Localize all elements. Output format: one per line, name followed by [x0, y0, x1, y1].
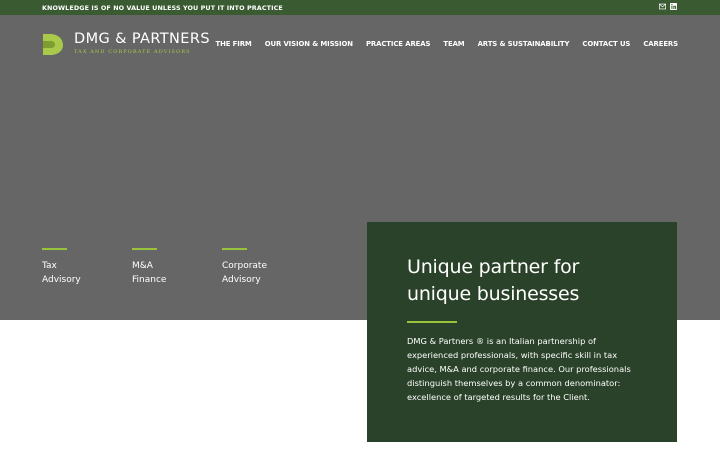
linkedin-icon[interactable] [670, 3, 677, 10]
service-corporate-advisory[interactable]: Corporate Advisory [222, 248, 312, 287]
nav-item-team[interactable]: TEAM [443, 40, 464, 48]
nav-item-careers[interactable]: CAREERS [643, 40, 678, 48]
nav-item-contact-us[interactable]: CONTACT US [582, 40, 630, 48]
nav-item-practice-areas[interactable]: PRACTICE AREAS [366, 40, 431, 48]
logo-subtitle: TAX AND CORPORATE ADVISORS [74, 49, 191, 55]
service-links: Tax Advisory M&A Finance Corporate Advis… [42, 248, 312, 287]
service-label: M&A Finance [132, 261, 167, 285]
tagline: KNOWLEDGE IS OF NO VALUE UNLESS YOU PUT … [42, 4, 283, 12]
service-divider [132, 248, 157, 250]
service-label: Corporate Advisory [222, 261, 267, 285]
service-label: Tax Advisory [42, 261, 81, 285]
nav-item-the-firm[interactable]: THE FIRM [215, 40, 251, 48]
panel-divider [407, 321, 457, 323]
service-divider [42, 248, 67, 250]
nav-item-vision-mission[interactable]: OUR VISION & MISSION [265, 40, 353, 48]
service-tax-advisory[interactable]: Tax Advisory [42, 248, 132, 287]
mail-icon[interactable] [659, 3, 666, 10]
panel-title: Unique partner for unique businesses [407, 256, 580, 305]
logo-name: DMG & PARTNERS [74, 31, 210, 47]
panel-body: DMG & Partners ® is an Italian partnersh… [407, 336, 631, 402]
service-ma-finance[interactable]: M&A Finance [132, 248, 222, 287]
top-bar: KNOWLEDGE IS OF NO VALUE UNLESS YOU PUT … [0, 0, 720, 15]
service-divider [222, 248, 247, 250]
logo[interactable]: DMG & PARTNERS TAX AND CORPORATE ADVISOR… [42, 31, 210, 56]
social-icons [659, 3, 677, 10]
nav-item-arts-sustainability[interactable]: ARTS & SUSTAINABILITY [478, 40, 570, 48]
intro-panel: Unique partner for unique businesses DMG… [367, 222, 677, 442]
logo-mark-icon [43, 34, 63, 55]
main-nav: THE FIRM OUR VISION & MISSION PRACTICE A… [215, 40, 678, 48]
